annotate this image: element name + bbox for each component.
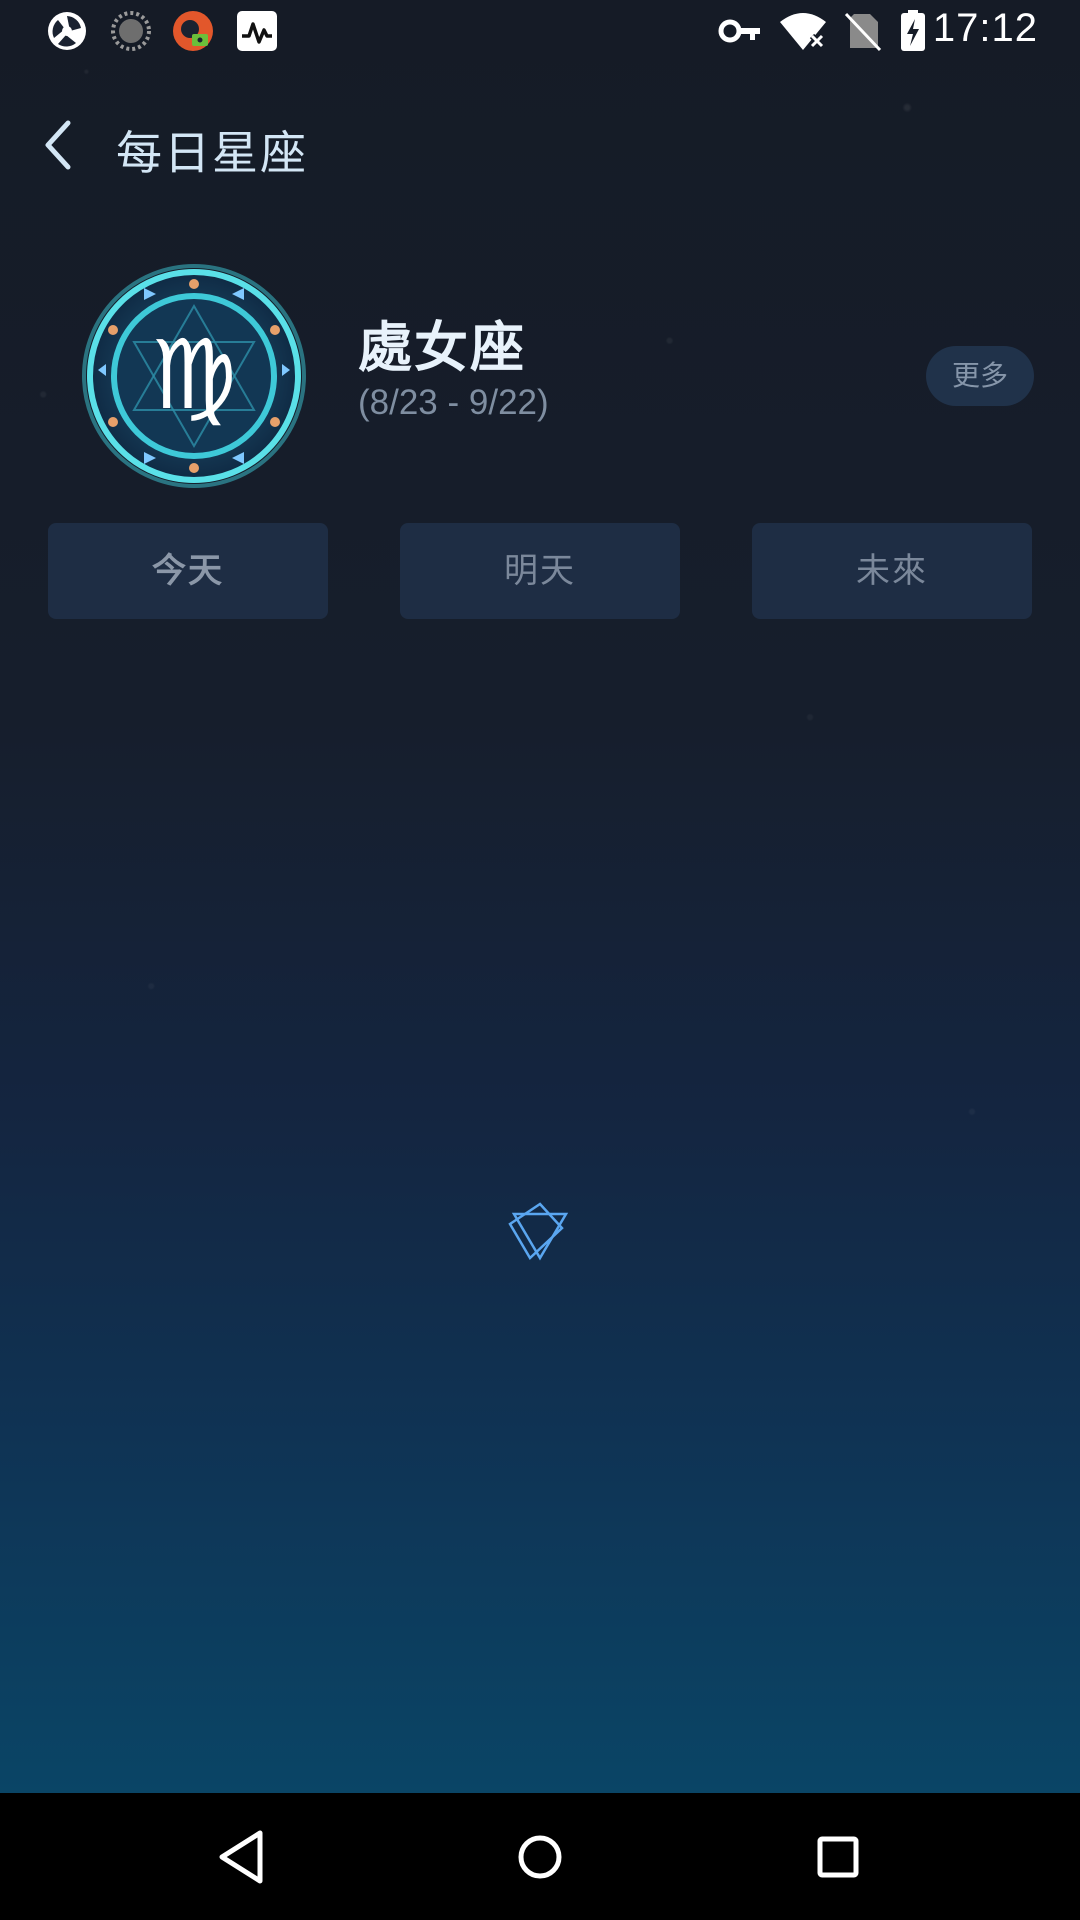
period-tabs: 今天 明天 未來 <box>0 523 1080 619</box>
no-sim-icon <box>844 12 882 52</box>
chevron-left-icon <box>45 120 71 170</box>
tab-tomorrow[interactable]: 明天 <box>400 523 680 619</box>
navigation-bar <box>0 1793 1080 1920</box>
home-circle-icon[interactable] <box>502 1819 578 1895</box>
sign-name: 處女座 <box>358 316 526 379</box>
page-title: 每日星座 <box>116 126 308 180</box>
star-outline-icon <box>508 1202 569 1261</box>
vpn-key-icon <box>718 19 760 43</box>
sign-section: ♍ 處女座 (8/23 - 9/22) 更多 <box>0 258 1080 498</box>
activity-monitor-icon <box>237 11 277 51</box>
status-bar: 17:12 <box>0 0 1080 62</box>
camera-aperture-icon <box>48 12 86 50</box>
back-button[interactable] <box>30 115 90 175</box>
tab-today[interactable]: 今天 <box>48 523 328 619</box>
battery-charging-icon <box>901 10 925 51</box>
sign-dates: (8/23 - 9/22) <box>358 383 549 422</box>
back-triangle-icon[interactable] <box>204 1819 280 1895</box>
virgo-symbol: ♍ <box>151 319 237 431</box>
header: 每日星座 <box>0 95 1080 205</box>
loading-circle-icon <box>111 11 151 51</box>
zodiac-badge: ♍ <box>82 264 306 488</box>
more-button[interactable]: 更多 <box>926 346 1034 406</box>
recents-square-icon[interactable] <box>800 1819 876 1895</box>
screen: 17:12 每日星座 ♍ 處女座 (8/23 - 9/22) 更多 今天 明天 … <box>0 0 1080 1920</box>
status-time: 17:12 <box>932 6 1038 50</box>
tab-future[interactable]: 未來 <box>752 523 1032 619</box>
vpn-app-icon <box>173 11 213 51</box>
wifi-off-icon <box>780 13 826 50</box>
